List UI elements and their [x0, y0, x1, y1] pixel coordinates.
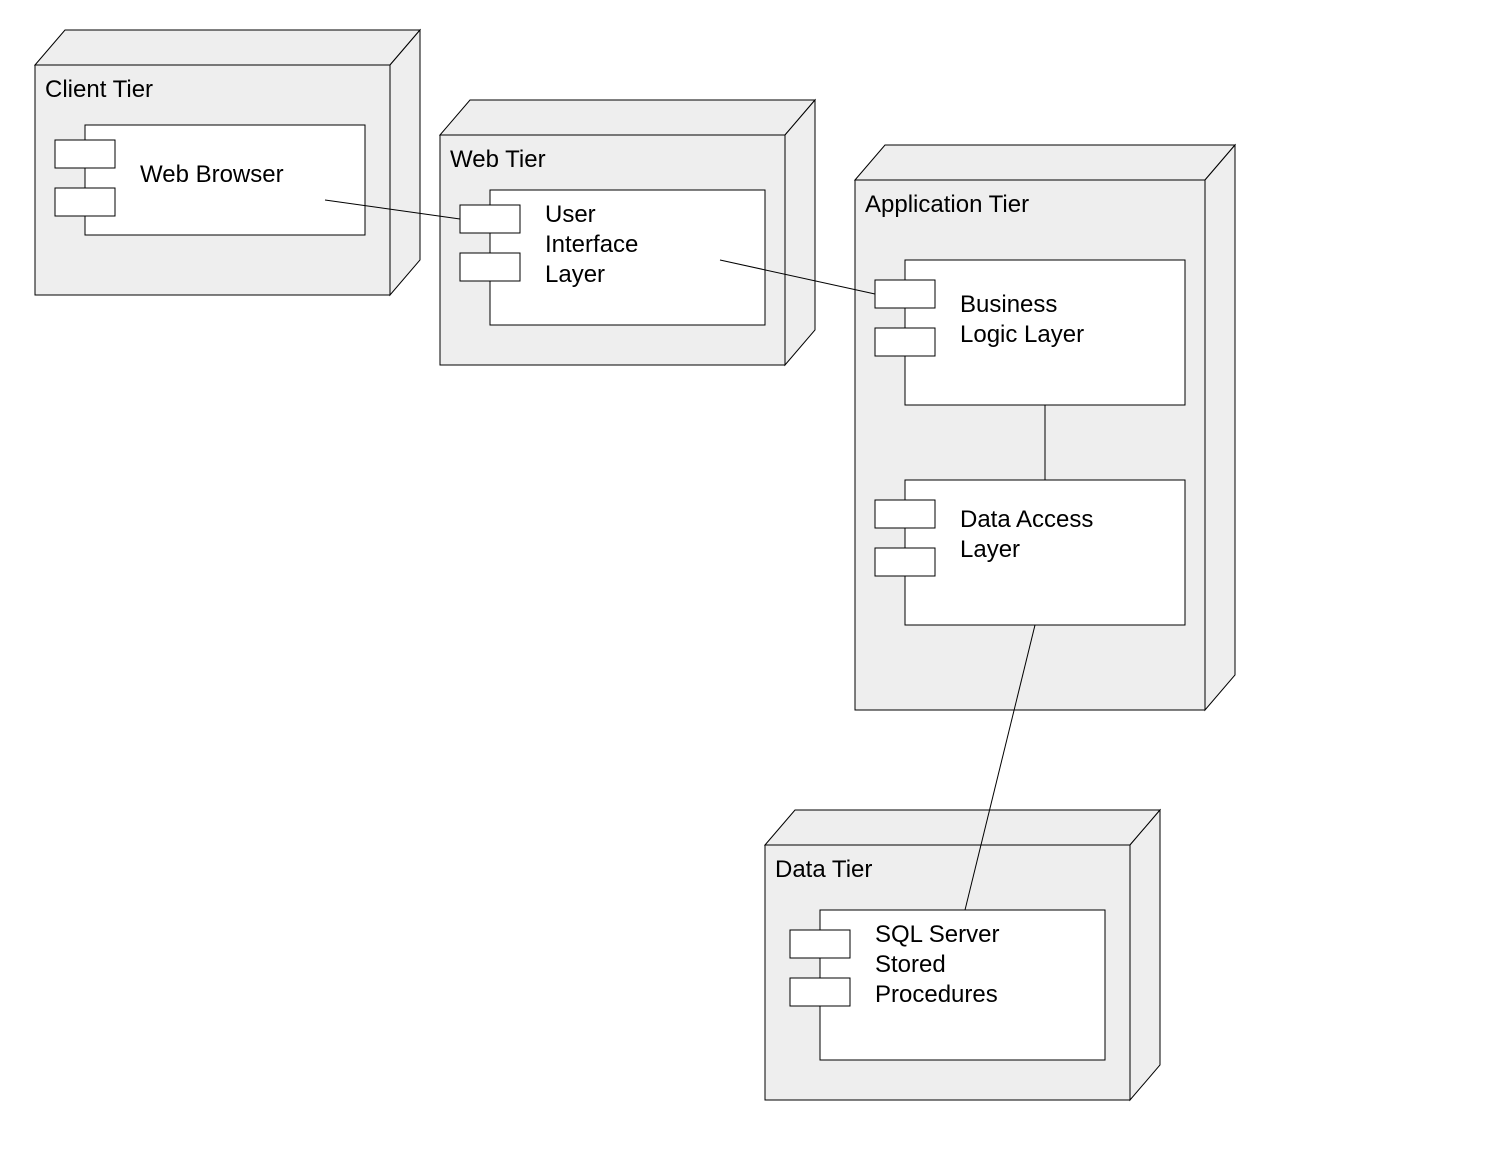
- component-ui-layer-label-1: Interface: [545, 231, 638, 258]
- component-user-interface-layer: User Interface Layer: [460, 190, 765, 325]
- node-application-tier-title: Application Tier: [865, 191, 1029, 218]
- component-web-browser-label-0: Web Browser: [140, 161, 284, 188]
- component-sql-label-1: Stored: [875, 951, 946, 978]
- component-ui-layer-label-2: Layer: [545, 261, 605, 288]
- node-web-tier: Web Tier User Interface Layer: [440, 100, 815, 365]
- deployment-diagram: Client Tier Web Browser Web Tier User In…: [0, 0, 1500, 1176]
- node-web-tier-title: Web Tier: [450, 146, 546, 173]
- component-dal-label-0: Data Access: [960, 506, 1093, 533]
- node-data-tier-title: Data Tier: [775, 856, 872, 883]
- component-sql-server: SQL Server Stored Procedures: [790, 910, 1105, 1060]
- component-sql-label-0: SQL Server: [875, 921, 1000, 948]
- node-data-tier: Data Tier SQL Server Stored Procedures: [765, 810, 1160, 1100]
- node-client-tier: Client Tier Web Browser: [35, 30, 420, 295]
- component-sql-label-2: Procedures: [875, 981, 998, 1008]
- component-business-logic-layer: Business Logic Layer: [875, 260, 1185, 405]
- component-bll-label-1: Logic Layer: [960, 321, 1084, 348]
- component-web-browser: Web Browser: [55, 125, 365, 235]
- node-client-tier-title: Client Tier: [45, 76, 153, 103]
- component-bll-label-0: Business: [960, 291, 1057, 318]
- component-ui-layer-label-0: User: [545, 201, 596, 228]
- component-dal-label-1: Layer: [960, 536, 1020, 563]
- component-data-access-layer: Data Access Layer: [875, 480, 1185, 625]
